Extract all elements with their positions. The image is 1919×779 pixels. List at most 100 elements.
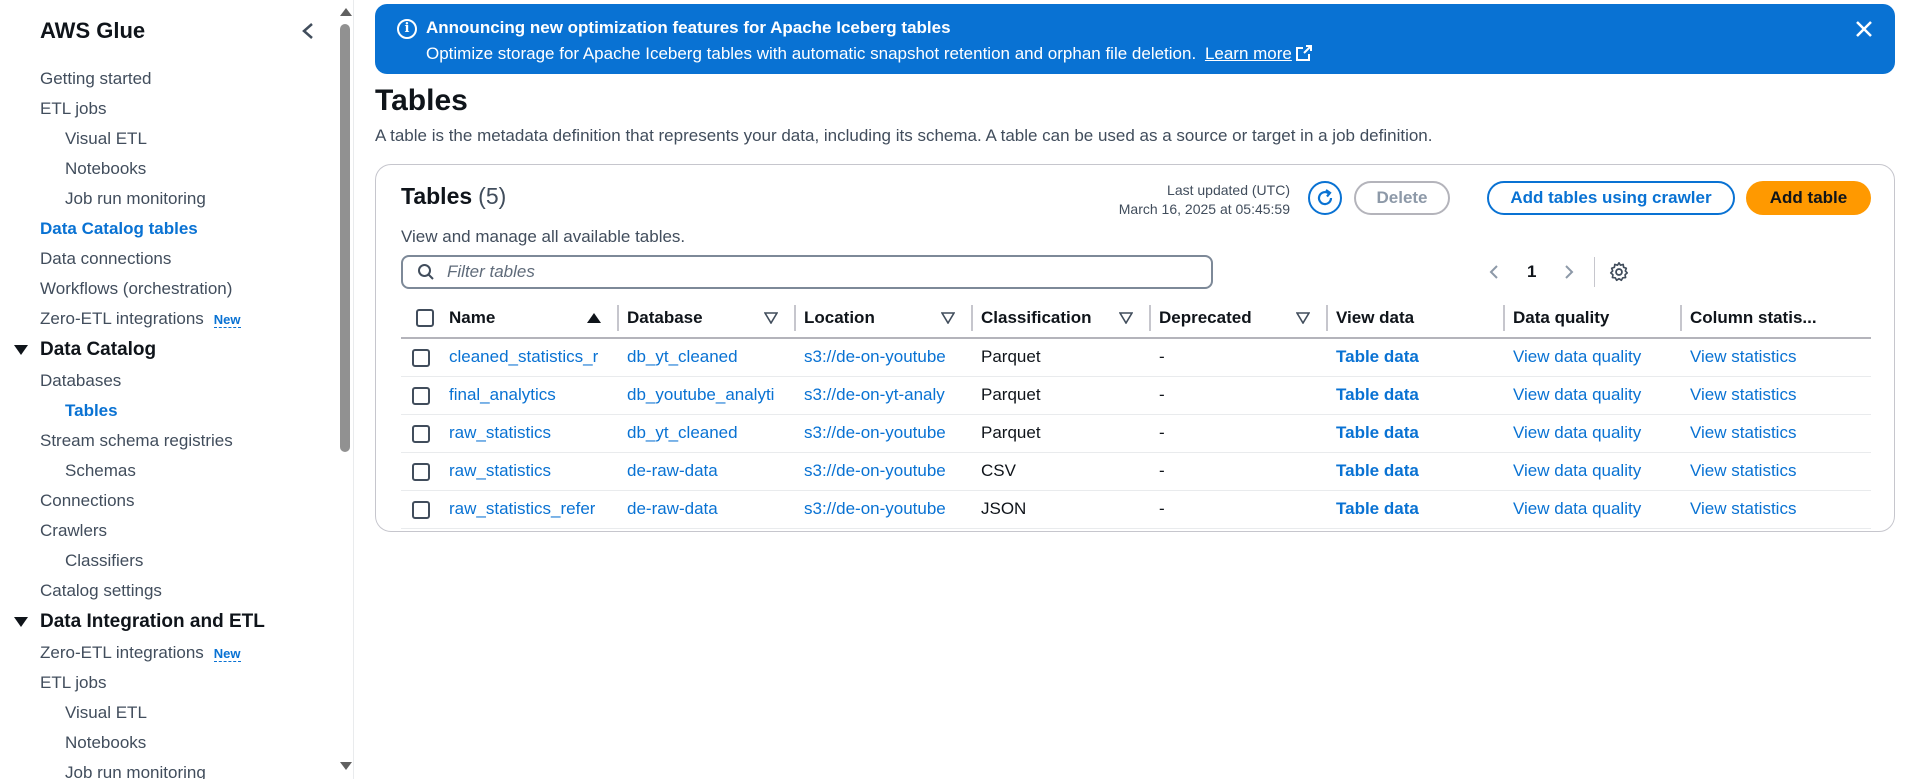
database-link[interactable]: de-raw-data [627,461,718,481]
nav-job-run-monitoring-2[interactable]: Job run monitoring [0,758,336,779]
row-checkbox[interactable] [412,348,430,367]
nav-zero-etl-integrations[interactable]: Zero-ETL integrations New [0,304,336,334]
classification-cell: CSV [973,452,1151,491]
view-data-quality-link[interactable]: View data quality [1513,423,1641,442]
view-statistics-link[interactable]: View statistics [1690,423,1796,442]
collapse-sidebar-icon[interactable] [296,19,320,43]
nav-tables[interactable]: Tables [0,396,336,426]
table-row: raw_statistics de-raw-data s3://de-on-yo… [401,452,1871,491]
deprecated-cell: - [1151,452,1328,491]
banner-title: Announcing new optimization features for… [426,18,951,37]
tables-table: Name Database Location Classification De… [401,298,1871,529]
column-header-deprecated[interactable]: Deprecated [1151,298,1328,339]
row-checkbox[interactable] [412,424,430,443]
database-link[interactable]: db_youtube_analyti [627,385,774,405]
external-link-icon[interactable] [1295,45,1312,61]
nav-zero-etl-integrations-2[interactable]: Zero-ETL integrations New [0,638,336,668]
column-label: Location [804,307,875,327]
sort-icon [764,311,778,324]
database-link[interactable]: db_yt_cleaned [627,347,738,367]
scroll-up-icon[interactable] [340,8,352,16]
nav-getting-started[interactable]: Getting started [0,64,336,94]
table-data-link[interactable]: Table data [1336,347,1419,366]
nav-etl-jobs-2[interactable]: ETL jobs [0,668,336,698]
column-label: Data quality [1513,307,1610,327]
location-link[interactable]: s3://de-on-youtube [804,423,946,443]
location-link[interactable]: s3://de-on-youtube [804,461,946,481]
view-data-quality-link[interactable]: View data quality [1513,461,1641,480]
nav-visual-etl-2[interactable]: Visual ETL [0,698,336,728]
table-name-link[interactable]: raw_statistics [449,461,551,481]
table-name-link[interactable]: raw_statistics_refer [449,499,595,519]
view-data-quality-link[interactable]: View data quality [1513,499,1641,518]
nav-schemas[interactable]: Schemas [0,456,336,486]
scroll-thumb[interactable] [340,24,350,452]
page-title: Tables [375,84,468,117]
nav-crawlers[interactable]: Crawlers [0,516,336,546]
view-statistics-link[interactable]: View statistics [1690,385,1796,404]
nav-notebooks-2[interactable]: Notebooks [0,728,336,758]
sidebar-scrollbar[interactable] [336,0,354,779]
delete-button[interactable]: Delete [1354,181,1450,215]
add-tables-crawler-button[interactable]: Add tables using crawler [1487,181,1735,215]
filter-tables-input[interactable] [447,262,1187,282]
view-data-cell: Table data [1328,338,1505,377]
view-data-quality-link[interactable]: View data quality [1513,347,1641,366]
table-data-link[interactable]: Table data [1336,385,1419,404]
deprecated-cell: - [1151,414,1328,453]
nav-visual-etl[interactable]: Visual ETL [0,124,336,154]
view-statistics-link[interactable]: View statistics [1690,499,1796,518]
column-header-classification[interactable]: Classification [973,298,1151,339]
database-link[interactable]: de-raw-data [627,499,718,519]
nav-data-connections[interactable]: Data connections [0,244,336,274]
nav-section-data-integration[interactable]: Data Integration and ETL [0,606,336,638]
table-name-link[interactable]: final_analytics [449,385,556,405]
name-cell: raw_statistics [441,452,619,491]
table-data-link[interactable]: Table data [1336,499,1419,518]
classification-cell: JSON [973,490,1151,529]
scroll-down-icon[interactable] [340,762,352,770]
location-link[interactable]: s3://de-on-yt-analy [804,385,945,405]
nav-connections[interactable]: Connections [0,486,336,516]
column-header-database[interactable]: Database [619,298,796,339]
view-statistics-link[interactable]: View statistics [1690,347,1796,366]
nav-workflows[interactable]: Workflows (orchestration) [0,274,336,304]
row-checkbox[interactable] [412,500,430,519]
column-label: Column statis... [1690,307,1817,327]
nav-classifiers[interactable]: Classifiers [0,546,336,576]
location-link[interactable]: s3://de-on-youtube [804,347,946,367]
sort-icon [941,311,955,324]
nav-data-catalog-tables[interactable]: Data Catalog tables [0,214,336,244]
nav-catalog-settings[interactable]: Catalog settings [0,576,336,606]
next-page-icon[interactable] [1556,259,1582,285]
table-data-link[interactable]: Table data [1336,461,1419,480]
close-icon[interactable] [1853,18,1875,40]
nav-job-run-monitoring[interactable]: Job run monitoring [0,184,336,214]
data-quality-cell: View data quality [1505,452,1682,491]
nav-etl-jobs[interactable]: ETL jobs [0,94,336,124]
add-table-button[interactable]: Add table [1746,181,1871,215]
view-data-quality-link[interactable]: View data quality [1513,385,1641,404]
nav-stream-schema-registries[interactable]: Stream schema registries [0,426,336,456]
column-header-location[interactable]: Location [796,298,973,339]
view-statistics-link[interactable]: View statistics [1690,461,1796,480]
current-page-number[interactable]: 1 [1527,262,1536,282]
nav-section-data-catalog[interactable]: Data Catalog [0,334,336,366]
database-link[interactable]: db_yt_cleaned [627,423,738,443]
learn-more-link[interactable]: Learn more [1205,44,1292,63]
refresh-button[interactable] [1308,181,1342,215]
location-link[interactable]: s3://de-on-youtube [804,499,946,519]
table-name-link[interactable]: cleaned_statistics_r [449,347,598,367]
table-name-link[interactable]: raw_statistics [449,423,551,443]
nav-notebooks[interactable]: Notebooks [0,154,336,184]
row-checkbox[interactable] [412,462,430,481]
table-data-link[interactable]: Table data [1336,423,1419,442]
row-checkbox[interactable] [412,386,430,405]
nav-databases[interactable]: Databases [0,366,336,396]
select-all-checkbox[interactable] [416,308,434,327]
sidebar-title[interactable]: AWS Glue [40,18,145,44]
column-header-name[interactable]: Name [441,298,619,339]
previous-page-icon[interactable] [1481,259,1507,285]
database-cell: de-raw-data [619,490,796,529]
gear-icon[interactable] [1607,260,1631,284]
